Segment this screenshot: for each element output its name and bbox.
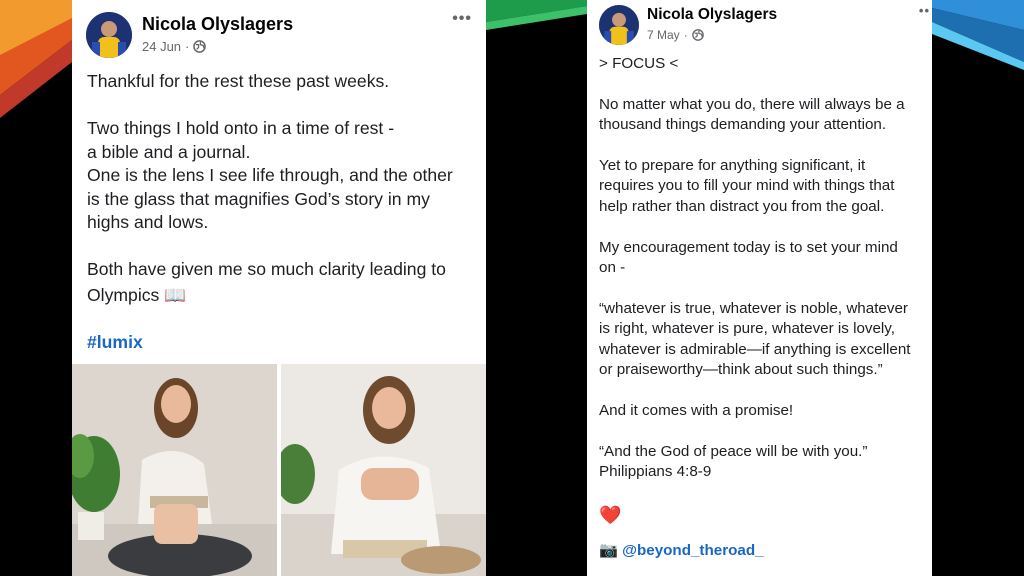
photo-woman-sitting-with-books xyxy=(72,364,277,576)
post-meta: 7 May · xyxy=(647,28,704,42)
handle-link[interactable]: @beyond_theroad_ xyxy=(622,542,763,559)
avatar-photo xyxy=(86,12,132,58)
photo-woman-smiling-with-bible xyxy=(281,364,486,576)
post-text-line: No matter what you do, there will always… xyxy=(599,95,905,113)
author-name[interactable]: Nicola Olyslagers xyxy=(647,6,777,24)
post-text: > FOCUS < No matter what you do, there w… xyxy=(599,54,929,561)
slide-decoration-middle xyxy=(486,0,587,30)
post-text-line: Two things I hold onto in a time of rest… xyxy=(87,118,395,138)
avatar[interactable] xyxy=(86,12,132,58)
camera-icon: 📷 xyxy=(599,541,618,559)
post-text-line: Both have given me so much clarity leadi… xyxy=(87,259,446,279)
author-name[interactable]: Nicola Olyslagers xyxy=(142,14,293,35)
more-options-icon[interactable]: •• xyxy=(919,3,930,18)
avatar[interactable] xyxy=(599,5,639,45)
more-options-icon[interactable]: ••• xyxy=(452,10,472,28)
post-text-line: highs and lows. xyxy=(87,212,209,232)
post-date[interactable]: 24 Jun xyxy=(142,39,181,54)
post-text-line: Yet to prepare for anything significant,… xyxy=(599,157,866,174)
post-text-line: a bible and a journal. xyxy=(87,141,251,162)
post-photo-1[interactable] xyxy=(72,364,277,576)
post-text-line: is right, whatever is pure, whatever is … xyxy=(599,320,895,338)
post-text-line: thousand things demanding your attention… xyxy=(599,116,887,134)
post-text-line: whatever is admirable—if anything is exc… xyxy=(599,340,911,358)
post-text-line: is the glass that magnifies God’s story … xyxy=(87,188,430,209)
post-meta: 24 Jun · xyxy=(142,39,207,54)
post-text-line: or praiseworthy—think about such things.… xyxy=(599,361,883,379)
post-text-line: > FOCUS < xyxy=(599,55,679,72)
post-text-line: Thankful for the rest these past weeks. xyxy=(87,71,390,91)
post-text-line: Philippians 4:8-9 xyxy=(599,463,712,481)
meta-separator: · xyxy=(185,39,190,54)
post-text-line: “And the God of peace will be with you.” xyxy=(599,442,868,460)
avatar-photo xyxy=(599,5,639,45)
post-text-line: on - xyxy=(599,259,626,277)
post-text-line: My encouragement today is to set your mi… xyxy=(599,238,898,256)
slide-decoration-right xyxy=(932,0,1024,70)
post-text-line: requires you to fill your mind with thin… xyxy=(599,177,895,195)
globe-icon xyxy=(691,29,704,41)
hashtag-link[interactable]: #lumix xyxy=(87,331,477,355)
globe-icon xyxy=(193,40,207,53)
heart-emoji: ❤️ xyxy=(599,504,622,525)
post-text-line: One is the lens I see life through, and … xyxy=(87,165,453,185)
post-text-line: Olympics 📖 xyxy=(87,284,187,305)
post-date[interactable]: 7 May xyxy=(647,28,680,42)
post-photo-2[interactable] xyxy=(281,364,486,576)
credit-line: 📷 @beyond_theroad_ xyxy=(599,541,929,561)
post-card-right: Nicola Olyslagers 7 May · •• > FOCUS < N… xyxy=(587,0,932,576)
post-text: Thankful for the rest these past weeks. … xyxy=(87,70,477,355)
post-text-line: And it comes with a promise! xyxy=(599,401,794,419)
post-text-line: “whatever is true, whatever is noble, wh… xyxy=(599,299,908,317)
post-card-left: Nicola Olyslagers 24 Jun · ••• Thankful … xyxy=(72,0,486,576)
post-text-line: help rather than distract you from the g… xyxy=(599,197,885,215)
slide-decoration-left xyxy=(0,0,72,118)
meta-separator: · xyxy=(683,28,688,42)
